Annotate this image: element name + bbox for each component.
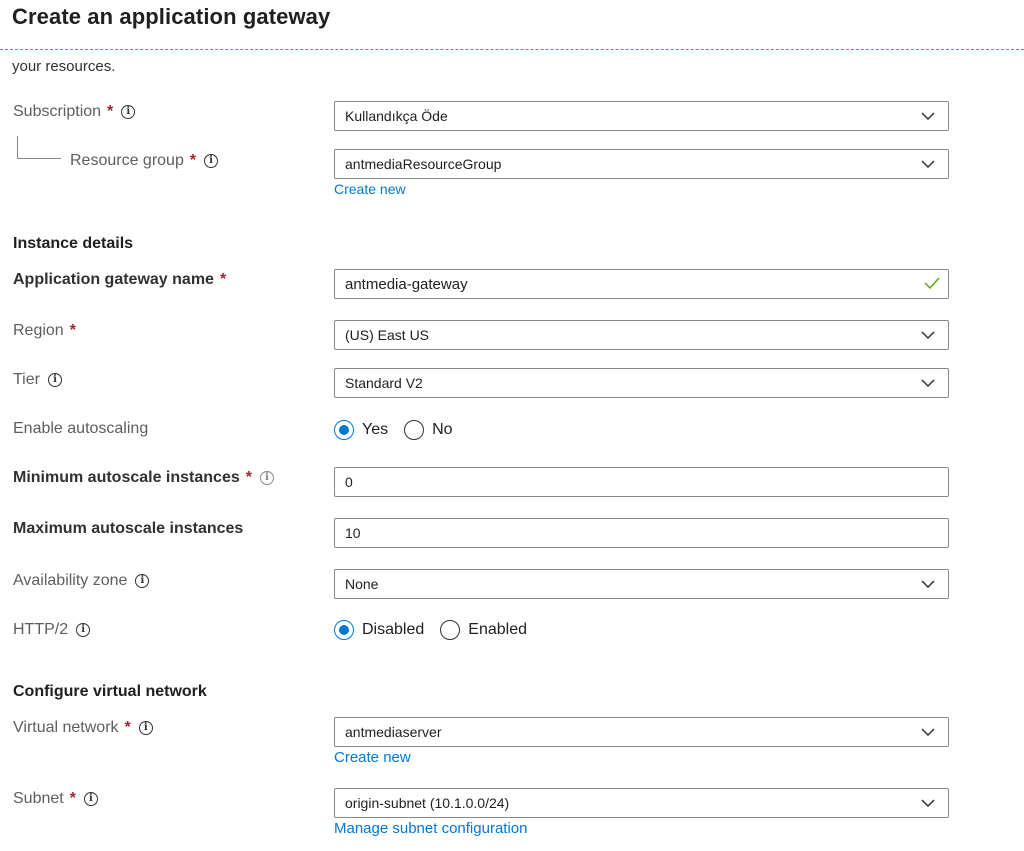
resource-group-value: antmediaResourceGroup (345, 156, 502, 172)
info-icon[interactable]: i (47, 373, 62, 387)
virtual-network-dropdown[interactable]: antmediaserver (334, 717, 949, 747)
chevron-down-icon (908, 160, 948, 168)
tree-connector (17, 136, 61, 159)
autoscaling-yes-radio[interactable] (334, 420, 354, 440)
region-label-text: Region (13, 322, 64, 339)
required-marker: * (69, 790, 76, 807)
resource-group-label-text: Resource group (70, 152, 184, 169)
min-instances-value: 0 (345, 474, 353, 490)
create-new-virtual-network-link[interactable]: Create new (334, 749, 411, 766)
availability-zone-label-text: Availability zone (13, 572, 128, 589)
required-marker: * (124, 719, 131, 736)
tier-dropdown[interactable]: Standard V2 (334, 368, 949, 398)
radio-selected-dot (339, 425, 349, 435)
subscription-dropdown[interactable]: Kullandıkça Öde (334, 101, 949, 131)
info-icon[interactable]: i (76, 623, 91, 637)
http2-enabled-radio[interactable] (440, 620, 461, 640)
required-marker: * (189, 152, 197, 169)
http2-enabled-label[interactable]: Enabled (468, 621, 527, 639)
subscription-label-text: Subscription (13, 103, 102, 120)
subscription-label: Subscription * i (13, 103, 136, 121)
autoscaling-yes-label[interactable]: Yes (362, 421, 388, 439)
resource-group-dropdown[interactable]: antmediaResourceGroup (334, 149, 949, 179)
info-icon[interactable]: i (83, 792, 98, 806)
autoscaling-no-label[interactable]: No (432, 421, 452, 439)
subnet-value: origin-subnet (10.1.0.0/24) (345, 795, 510, 811)
info-icon[interactable]: i (138, 721, 153, 735)
region-label: Region * (13, 322, 76, 340)
resource-group-label: Resource group * i (70, 152, 219, 170)
chevron-down-icon (908, 728, 948, 736)
min-instances-label-text: Minimum autoscale instances (13, 469, 240, 486)
tier-value: Standard V2 (345, 375, 423, 391)
gateway-name-value: antmedia-gateway (345, 275, 468, 293)
subnet-label: Subnet * i (13, 790, 98, 808)
page-title: Create an application gateway (12, 4, 331, 29)
required-marker: * (107, 103, 114, 120)
radio-selected-dot (339, 625, 349, 635)
max-instances-label: Maximum autoscale instances (13, 520, 244, 537)
autoscaling-radio-group: Yes No (334, 420, 469, 440)
virtual-network-label-text: Virtual network (13, 719, 119, 736)
max-instances-value: 10 (345, 525, 361, 541)
tier-label-text: Tier (13, 371, 40, 388)
create-new-resource-group-link[interactable]: Create new (334, 181, 406, 197)
virtual-network-label: Virtual network * i (13, 719, 153, 737)
intro-text: your resources. (12, 58, 116, 75)
http2-disabled-radio[interactable] (334, 620, 354, 640)
gateway-name-input[interactable]: antmedia-gateway (334, 269, 949, 299)
required-marker: * (69, 322, 76, 339)
info-icon[interactable]: i (204, 154, 219, 168)
info-icon[interactable]: i (135, 574, 150, 588)
gateway-name-label: Application gateway name * (13, 271, 226, 289)
virtual-network-value: antmediaserver (345, 724, 442, 740)
checkmark-icon (924, 276, 940, 293)
subscription-value: Kullandıkça Öde (345, 108, 448, 124)
chevron-down-icon (908, 112, 948, 120)
http2-label: HTTP/2 i (13, 621, 91, 639)
http2-label-text: HTTP/2 (13, 621, 69, 638)
info-icon[interactable]: i (121, 105, 136, 119)
chevron-down-icon (908, 331, 948, 339)
info-icon[interactable]: i (259, 471, 274, 485)
availability-zone-dropdown[interactable]: None (334, 569, 949, 599)
autoscaling-no-radio[interactable] (404, 420, 425, 440)
tier-label: Tier i (13, 371, 62, 389)
subnet-dropdown[interactable]: origin-subnet (10.1.0.0/24) (334, 788, 949, 818)
required-marker: * (245, 469, 252, 486)
region-value: (US) East US (345, 327, 430, 343)
required-marker: * (219, 271, 227, 288)
gateway-name-label-text: Application gateway name (13, 271, 214, 288)
min-instances-label: Minimum autoscale instances * i (13, 469, 274, 487)
instance-details-heading: Instance details (13, 235, 134, 252)
availability-zone-label: Availability zone i (13, 572, 150, 590)
max-instances-input[interactable]: 10 (334, 518, 949, 548)
manage-subnet-configuration-link[interactable]: Manage subnet configuration (334, 820, 527, 837)
chevron-down-icon (908, 379, 948, 387)
virtual-network-heading: Configure virtual network (13, 683, 207, 700)
min-instances-input[interactable]: 0 (334, 467, 949, 497)
http2-disabled-label[interactable]: Disabled (362, 621, 424, 639)
chevron-down-icon (908, 580, 948, 588)
autoscaling-label: Enable autoscaling (13, 420, 149, 437)
region-dropdown[interactable]: (US) East US (334, 320, 949, 350)
availability-zone-value: None (345, 576, 379, 592)
subnet-label-text: Subnet (13, 790, 64, 807)
header-divider (0, 49, 1024, 50)
chevron-down-icon (908, 799, 948, 807)
http2-radio-group: Disabled Enabled (334, 620, 543, 640)
